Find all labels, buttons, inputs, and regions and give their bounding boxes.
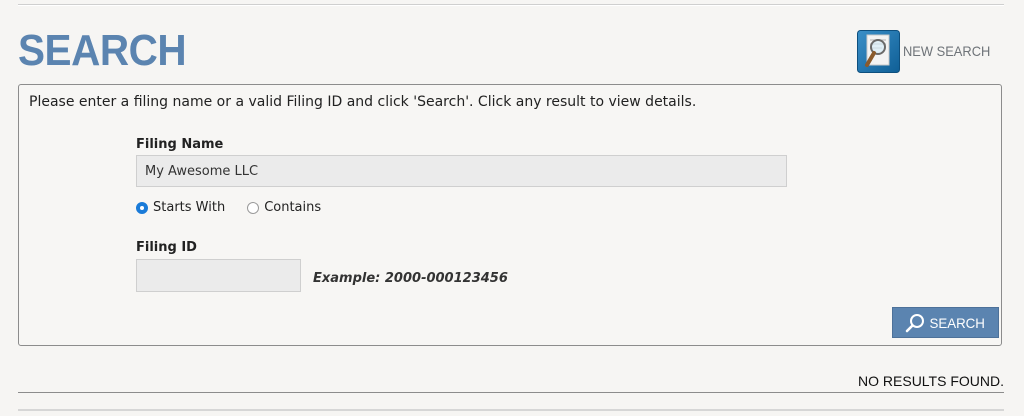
search-button-label: SEARCH	[929, 314, 986, 331]
radio-unchecked-icon	[247, 201, 260, 214]
magnifier-document-icon	[857, 30, 900, 73]
radio-contains[interactable]: Contains	[247, 200, 321, 215]
top-divider	[18, 4, 1004, 6]
results-status: NO RESULTS FOUND.	[858, 373, 1004, 389]
filing-name-input[interactable]	[136, 155, 787, 187]
results-divider	[18, 392, 1004, 393]
bottom-divider	[18, 409, 1004, 411]
new-search-label: NEW SEARCH	[903, 42, 991, 59]
search-button[interactable]: SEARCH	[892, 307, 999, 338]
radio-contains-label: Contains	[264, 200, 322, 215]
filing-name-label: Filing Name	[136, 137, 224, 152]
filing-id-example: Example: 2000-000123456	[313, 271, 508, 286]
search-icon	[906, 313, 925, 332]
search-form-panel: Please enter a filing name or a valid Fi…	[18, 84, 1002, 346]
new-search-button[interactable]: NEW SEARCH	[857, 30, 998, 73]
page-title: SEARCH	[18, 26, 187, 75]
radio-starts-with-label: Starts With	[153, 200, 226, 215]
radio-starts-with[interactable]: Starts With	[136, 200, 225, 215]
search-instructions: Please enter a filing name or a valid Fi…	[29, 94, 697, 110]
radio-checked-icon	[136, 201, 148, 214]
filing-id-input[interactable]	[136, 259, 301, 292]
match-type-radio-group: Starts With Contains	[136, 200, 343, 215]
filing-id-label: Filing ID	[136, 240, 197, 255]
